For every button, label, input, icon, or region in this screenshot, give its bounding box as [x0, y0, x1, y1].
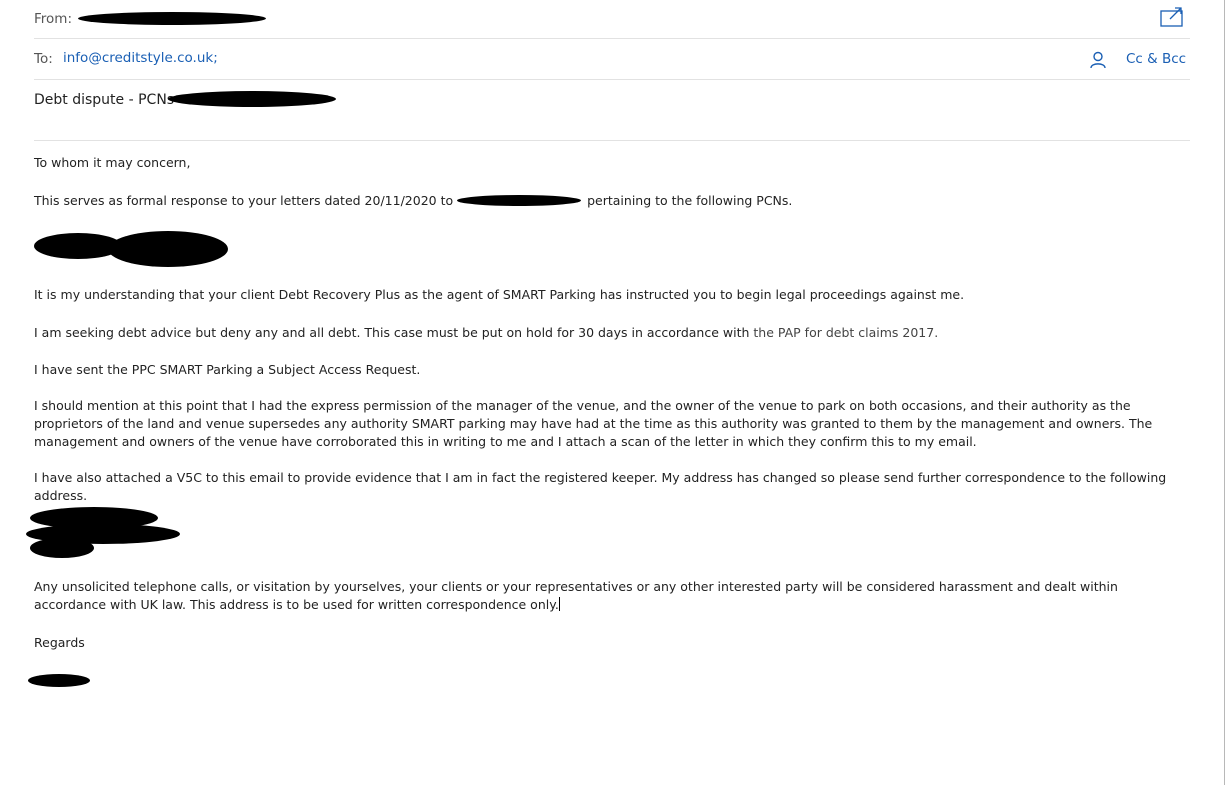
paragraph-understanding: It is my understanding that your client …: [34, 287, 965, 302]
redaction: [28, 674, 90, 687]
greeting: To whom it may concern,: [34, 155, 191, 170]
redaction: [30, 538, 94, 558]
subject-field[interactable]: Debt dispute - PCNs: [34, 92, 174, 108]
subject-row[interactable]: Debt dispute - PCNs: [34, 80, 1190, 141]
paragraph-harassment-text: Any unsolicited telephone calls, or visi…: [34, 579, 1118, 612]
popout-icon[interactable]: [1160, 7, 1184, 27]
person-icon[interactable]: [1089, 51, 1107, 69]
paragraph-sar: I have sent the PPC SMART Parking a Subj…: [34, 362, 421, 377]
paragraph-v5c: I have also attached a V5C to this email…: [34, 470, 1167, 503]
cc-bcc-button[interactable]: Cc & Bcc: [1126, 51, 1186, 67]
from-label: From:: [34, 11, 72, 27]
paragraph-letters-start: This serves as formal response to your l…: [34, 193, 454, 208]
window-edge: [1224, 0, 1225, 785]
recipient-address[interactable]: info@creditstyle.co.uk;: [63, 50, 218, 66]
redaction: [78, 12, 266, 25]
paragraph-letters: This serves as formal response to your l…: [34, 192, 1190, 210]
redaction: [108, 231, 228, 267]
closing: Regards: [34, 635, 85, 650]
paragraph-permission: I should mention at this point that I ha…: [34, 398, 1153, 449]
paragraph-debt-advice: I am seeking debt advice but deny any an…: [34, 324, 1190, 342]
to-label: To:: [34, 51, 53, 67]
pap-reference: the PAP for debt claims 2017.: [753, 325, 939, 340]
redaction: [168, 91, 336, 107]
text-cursor: [558, 597, 560, 611]
from-row: From:: [34, 0, 1190, 39]
paragraph-harassment: Any unsolicited telephone calls, or visi…: [34, 578, 1190, 614]
redaction: [457, 195, 582, 206]
paragraph-letters-end: pertaining to the following PCNs.: [587, 193, 793, 208]
paragraph-debt-advice-text: I am seeking debt advice but deny any an…: [34, 325, 754, 340]
to-row: To: info@creditstyle.co.uk;: [34, 39, 1190, 80]
